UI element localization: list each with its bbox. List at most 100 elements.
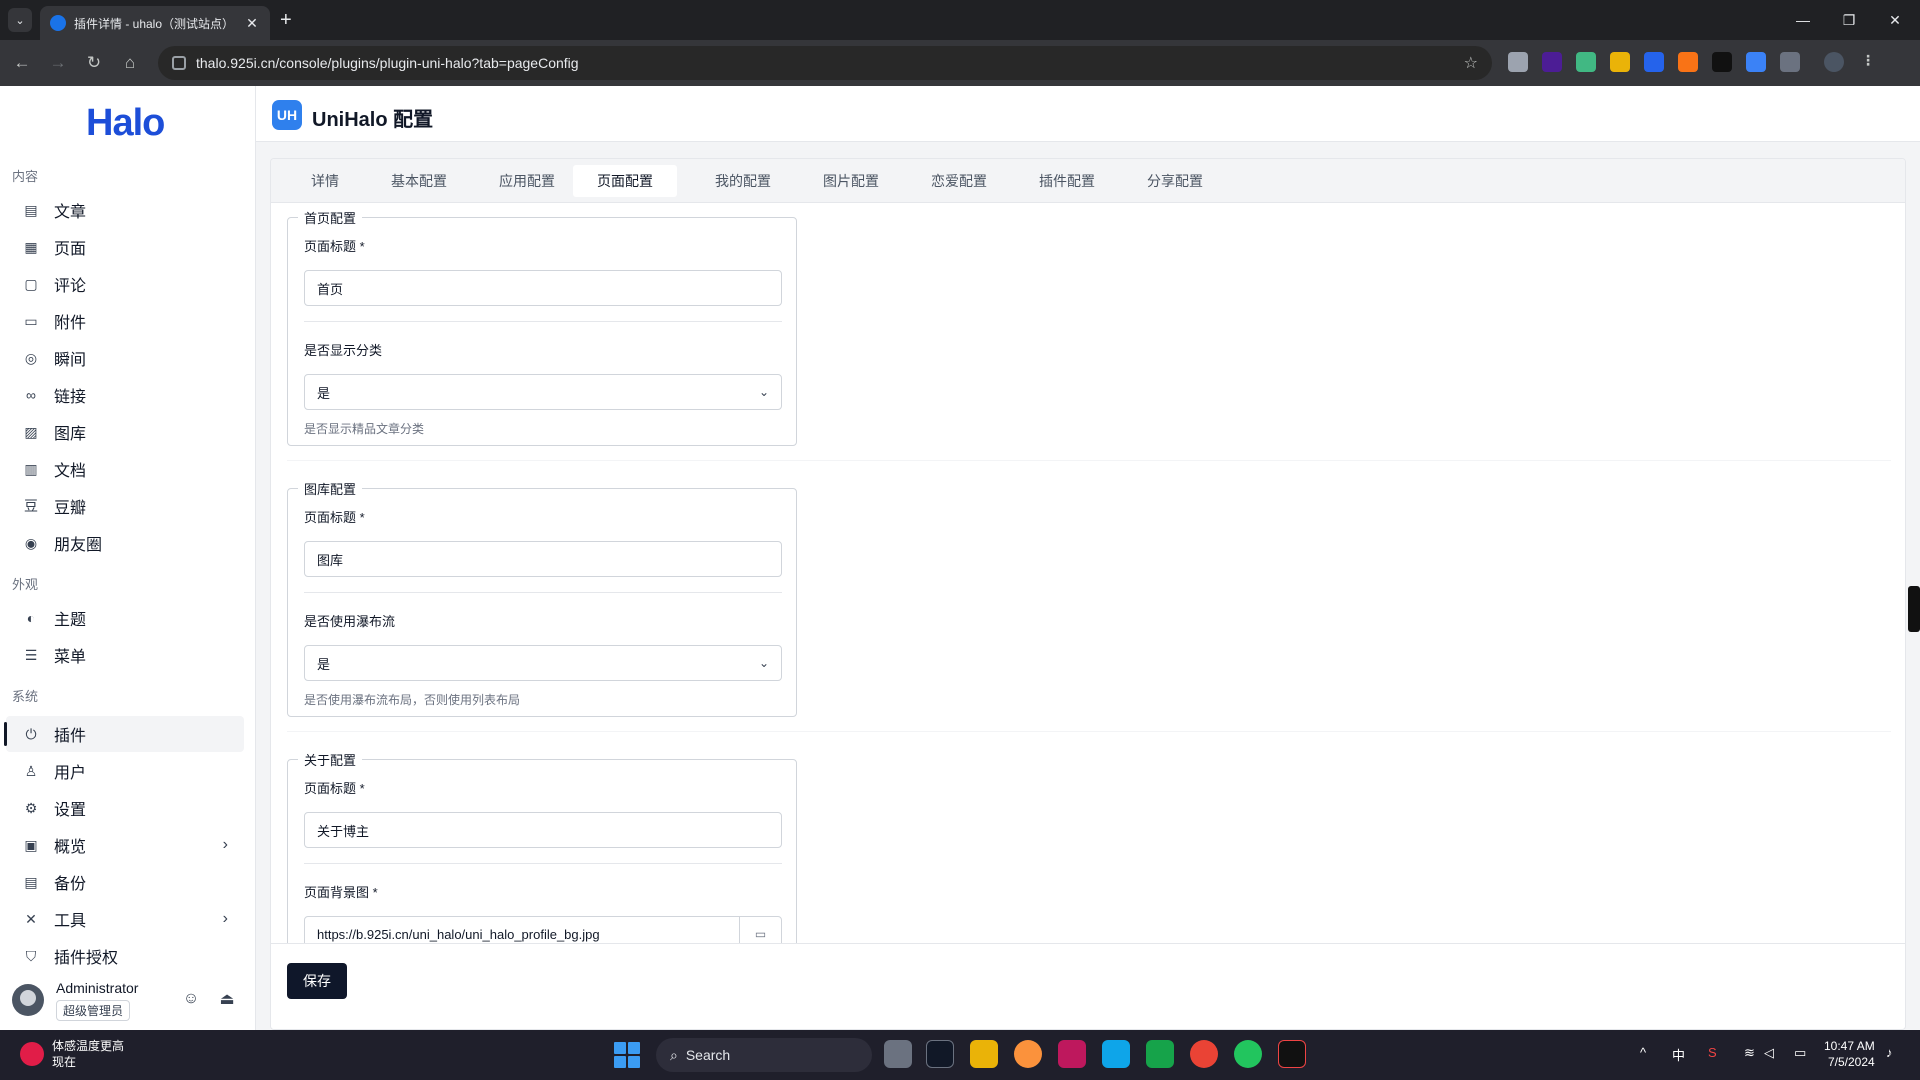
wifi-icon[interactable]: ≋ — [1744, 1045, 1755, 1061]
gallery-title-input[interactable]: 图库 — [304, 541, 782, 577]
sidebar-item-label: 插件授权 — [54, 950, 119, 967]
sidebar-item-label: 菜单 — [54, 649, 87, 666]
halo-logo[interactable]: Halo — [86, 102, 165, 145]
sidebar-item-moments[interactable]: ◎ 瞬间 — [6, 340, 244, 376]
profile-icon[interactable]: ☺ — [180, 988, 202, 1010]
chrome-icon[interactable] — [1190, 1040, 1218, 1068]
sidebar-item-plugin-license[interactable]: ⛉ 插件授权 — [6, 938, 244, 974]
close-window-icon[interactable]: ✕ — [1872, 0, 1918, 40]
sidebar-item-gallery[interactable]: ▨ 图库 — [6, 414, 244, 450]
side-handle[interactable] — [1908, 586, 1920, 632]
windows-start-icon[interactable] — [614, 1042, 640, 1068]
main-content: UH UniHalo 配置 详情 基本配置 应用配置 页面配置 我的配置 图片配… — [256, 86, 1920, 1030]
app-tray-icon[interactable]: S — [1708, 1045, 1717, 1060]
home-title-input[interactable]: 首页 — [304, 270, 782, 306]
webstorm-icon[interactable] — [1102, 1040, 1130, 1068]
reload-icon[interactable]: ↻ — [82, 51, 106, 75]
app-icon[interactable] — [1014, 1040, 1042, 1068]
extensions-puzzle-icon[interactable] — [1780, 52, 1800, 72]
sidebar-item-users[interactable]: ♙ 用户 — [6, 753, 244, 789]
about-title-input[interactable]: 关于博主 — [304, 812, 782, 848]
intellij-icon[interactable] — [1058, 1040, 1086, 1068]
sidebar-item-docs[interactable]: ▥ 文档 — [6, 451, 244, 487]
bookmark-star-icon[interactable]: ☆ — [1464, 53, 1478, 73]
extension-icon[interactable] — [1712, 52, 1732, 72]
minimize-icon[interactable]: — — [1780, 0, 1826, 40]
sidebar-item-posts[interactable]: ▤ 文章 — [6, 192, 244, 228]
extension-icon[interactable] — [1644, 52, 1664, 72]
tab-share-config[interactable]: 分享配置 — [1123, 165, 1227, 197]
clock[interactable]: 10:47 AM 7/5/2024 — [1824, 1038, 1875, 1070]
back-icon[interactable]: ← — [10, 51, 34, 75]
avatar[interactable] — [12, 984, 44, 1016]
extension-icon[interactable] — [1508, 52, 1528, 72]
wechat-icon[interactable] — [1234, 1040, 1262, 1068]
sidebar-item-settings[interactable]: ⚙ 设置 — [6, 790, 244, 826]
browser-tab[interactable]: 插件详情 - uhalo（测试站点） ✕ — [40, 6, 270, 40]
restore-icon[interactable]: ❐ — [1826, 0, 1872, 40]
new-tab-button[interactable]: + — [280, 8, 292, 32]
sidebar-item-links[interactable]: ∞ 链接 — [6, 377, 244, 413]
close-tab-icon[interactable]: ✕ — [244, 15, 260, 32]
tab-plugin-config[interactable]: 插件配置 — [1015, 165, 1119, 197]
battery-icon[interactable]: ▭ — [1794, 1045, 1806, 1061]
taskbar-search[interactable]: ⌕ Search — [656, 1038, 872, 1072]
logout-icon[interactable]: ⏏ — [216, 988, 238, 1010]
group-legend: 图库配置 — [298, 479, 363, 498]
hbuilder-icon[interactable] — [1146, 1040, 1174, 1068]
show-category-select[interactable]: 是 ⌄ — [304, 374, 782, 410]
tab-image-config[interactable]: 图片配置 — [799, 165, 903, 197]
weather-sub: 现在 — [52, 1055, 77, 1069]
sidebar-item-friends[interactable]: ◉ 朋友圈 — [6, 525, 244, 561]
ime-indicator[interactable]: 中 — [1672, 1045, 1685, 1064]
file-explorer-icon[interactable] — [970, 1040, 998, 1068]
qq-icon[interactable] — [1278, 1040, 1306, 1068]
home-icon[interactable]: ⌂ — [118, 51, 142, 75]
sidebar-item-tools[interactable]: ✕ 工具 › — [6, 901, 244, 937]
tab-detail[interactable]: 详情 — [287, 165, 363, 197]
sidebar-item-backup[interactable]: ▤ 备份 — [6, 864, 244, 900]
sidebar-item-themes[interactable]: ◐ 主题 — [6, 600, 244, 636]
weather-widget[interactable]: 体感温度更高 现在 — [20, 1038, 124, 1070]
extension-icon[interactable] — [1610, 52, 1630, 72]
site-info-icon[interactable] — [172, 56, 186, 70]
extension-icon[interactable] — [1746, 52, 1766, 72]
forward-icon[interactable]: → — [46, 51, 70, 75]
sidebar-item-comments[interactable]: ▢ 评论 — [6, 266, 244, 302]
config-form: 首页配置 页面标题 * 首页 是否显示分类 是 ⌄ 是否显示精品文章分类 图库配置… — [271, 203, 1905, 943]
about-background-input[interactable]: https://b.925i.cn/uni_halo/uni_halo_prof… — [304, 916, 782, 943]
tab-my-config[interactable]: 我的配置 — [691, 165, 795, 197]
field-divider — [304, 592, 782, 593]
terminal-app-icon[interactable] — [926, 1040, 954, 1068]
tab-page-config[interactable]: 页面配置 — [573, 165, 677, 197]
extensions-bar: ⋮ — [1508, 52, 1878, 72]
vue-extension-icon[interactable] — [1576, 52, 1596, 72]
profile-avatar-icon[interactable] — [1824, 52, 1844, 72]
extension-icon[interactable] — [1542, 52, 1562, 72]
sidebar-item-label: 概览 — [54, 839, 87, 856]
group-legend: 关于配置 — [298, 750, 363, 769]
terminal-icon: ▣ — [24, 836, 38, 853]
sidebar-item-menus[interactable]: ☰ 菜单 — [6, 637, 244, 673]
sidebar-item-overview[interactable]: ▣ 概览 › — [6, 827, 244, 863]
folder-icon[interactable]: ▭ — [739, 917, 781, 943]
waterfall-select[interactable]: 是 ⌄ — [304, 645, 782, 681]
notification-bell-icon[interactable]: ♪ — [1886, 1045, 1893, 1060]
sidebar-item-pages[interactable]: ▦ 页面 — [6, 229, 244, 265]
tray-chevron-icon[interactable]: ^ — [1640, 1045, 1646, 1060]
metamask-extension-icon[interactable] — [1678, 52, 1698, 72]
task-view-icon[interactable] — [884, 1040, 912, 1068]
sidebar-item-plugins[interactable]: ⏻ 插件 — [4, 716, 244, 752]
tab-love-config[interactable]: 恋爱配置 — [907, 165, 1011, 197]
sidebar-item-attachments[interactable]: ▭ 附件 — [6, 303, 244, 339]
url-bar[interactable]: thalo.925i.cn/console/plugins/plugin-uni… — [158, 46, 1492, 80]
sidebar-item-douban[interactable]: 豆豆瓣 — [6, 488, 244, 524]
tab-basic-config[interactable]: 基本配置 — [367, 165, 471, 197]
sidebar: Halo 内容 ▤ 文章 ▦ 页面 ▢ 评论 ▭ 附件 ◎ 瞬间 ∞ 链接 ▨ 图库 ▥ 文档 … — [0, 86, 256, 1030]
browser-menu-icon[interactable]: ⋮ — [1858, 52, 1878, 72]
volume-icon[interactable]: ◁ — [1764, 1045, 1774, 1061]
sidebar-item-label: 用户 — [54, 765, 87, 782]
tab-list-button[interactable]: ⌄ — [8, 8, 32, 32]
tab-app-config[interactable]: 应用配置 — [475, 165, 579, 197]
save-button[interactable]: 保存 — [287, 963, 347, 999]
